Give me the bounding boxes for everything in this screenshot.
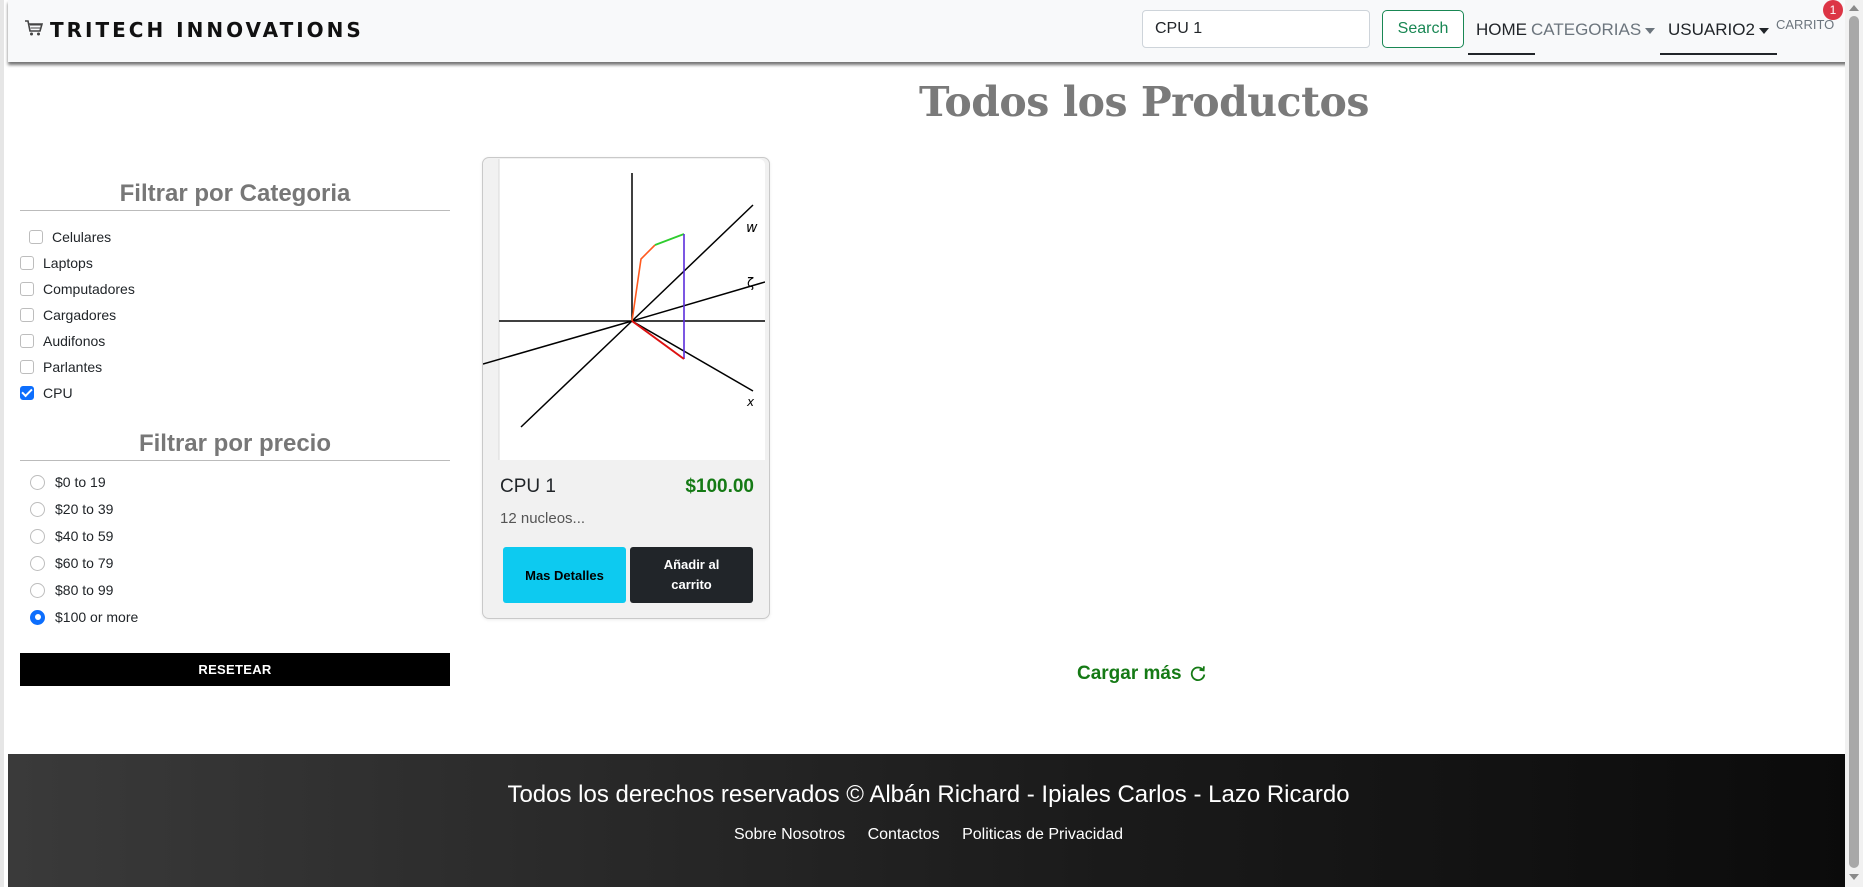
category-option-cpu[interactable]: CPU (20, 385, 73, 401)
chevron-down-icon (1758, 27, 1769, 34)
category-option-laptops[interactable]: Laptops (20, 255, 93, 271)
price-label: $20 to 39 (55, 501, 114, 517)
price-label: $60 to 79 (55, 555, 114, 571)
price-label: $100 or more (55, 609, 139, 625)
load-more-button[interactable]: Cargar más (1077, 663, 1207, 685)
price-label: $80 to 99 (55, 582, 114, 598)
category-option-audifonos[interactable]: Audifonos (20, 333, 105, 349)
axis-label-zeta: ζ (747, 276, 754, 291)
product-description: 12 nucleos... (500, 510, 586, 527)
price-label: $40 to 59 (55, 528, 114, 544)
price-label: $0 to 19 (55, 474, 106, 490)
category-label: CPU (43, 385, 73, 401)
category-label: Audifonos (43, 333, 106, 349)
category-checkbox-checked[interactable] (20, 386, 34, 400)
nav-user-dropdown[interactable]: USUARIO2 (1660, 20, 1777, 55)
category-label: Computadores (43, 281, 135, 297)
reset-filters-button[interactable]: RESETEAR (20, 653, 450, 686)
category-label: Laptops (43, 255, 93, 271)
search-input[interactable] (1142, 10, 1370, 48)
chevron-down-icon (1645, 27, 1656, 34)
category-option-cargadores[interactable]: Cargadores (20, 307, 116, 323)
brand-name: TRITECH INNOVATIONS (50, 18, 364, 42)
price-filter-heading: Filtrar por precio (20, 430, 450, 461)
product-image[interactable]: w ζ x (483, 159, 765, 460)
brand-logo[interactable]: TRITECH INNOVATIONS (24, 18, 364, 42)
footer-link-contactos[interactable]: Contactos (868, 826, 940, 843)
price-option-20-39[interactable]: $20 to 39 (30, 501, 113, 517)
nav-categorias-label: CATEGORIAS (1531, 20, 1642, 39)
price-radio[interactable] (30, 528, 45, 544)
product-card: w ζ x CPU 1 $100.00 12 nucleos... Mas De… (482, 157, 770, 619)
price-option-80-99[interactable]: $80 to 99 (30, 582, 113, 598)
scroll-down-arrow-icon[interactable] (1849, 874, 1859, 880)
footer-links: Sobre Nosotros Contactos Politicas de Pr… (8, 826, 1849, 844)
price-option-100-more[interactable]: $100 or more (30, 609, 138, 625)
category-checkbox[interactable] (20, 308, 34, 322)
category-label: Parlantes (43, 359, 103, 375)
footer-link-sobre-nosotros[interactable]: Sobre Nosotros (734, 826, 845, 843)
cart-count-badge: 1 (1823, 0, 1843, 20)
price-option-40-59[interactable]: $40 to 59 (30, 528, 113, 544)
category-label: Celulares (52, 229, 112, 245)
price-radio[interactable] (30, 582, 45, 598)
vertical-scrollbar[interactable] (1845, 0, 1863, 887)
category-label: Cargadores (43, 307, 117, 323)
price-radio[interactable] (30, 555, 45, 571)
category-filter-heading: Filtrar por Categoria (20, 180, 450, 211)
footer: Todos los derechos reservados © Albán Ri… (8, 754, 1849, 887)
category-option-celulares[interactable]: Celulares (29, 229, 111, 245)
scroll-thumb[interactable] (1849, 16, 1859, 868)
price-radio-selected[interactable] (30, 609, 45, 625)
nav-home[interactable]: HOME (1468, 20, 1535, 55)
add-to-cart-button[interactable]: Añadir al carrito (630, 547, 753, 603)
price-radio[interactable] (30, 501, 45, 517)
price-option-0-19[interactable]: $0 to 19 (30, 474, 106, 490)
cart-icon (24, 19, 44, 42)
details-button[interactable]: Mas Detalles (503, 547, 626, 603)
nav-user-label: USUARIO2 (1668, 20, 1755, 39)
reload-icon (1189, 665, 1207, 683)
product-price: $100.00 (685, 476, 754, 497)
category-option-computadores[interactable]: Computadores (20, 281, 135, 297)
price-radio[interactable] (30, 474, 45, 490)
price-option-60-79[interactable]: $60 to 79 (30, 555, 113, 571)
axis-label-w: w (746, 220, 758, 236)
nav-carrito[interactable]: CARRITO (1776, 17, 1834, 32)
search-button[interactable]: Search (1382, 10, 1464, 48)
nav-categorias-dropdown[interactable]: CATEGORIAS (1531, 20, 1656, 40)
category-checkbox[interactable] (20, 282, 34, 296)
category-checkbox[interactable] (29, 230, 43, 244)
scroll-up-arrow-icon[interactable] (1849, 5, 1859, 11)
page-title: Todos los Productos (919, 78, 1369, 126)
category-checkbox[interactable] (20, 360, 34, 374)
page: TRITECH INNOVATIONS Search HOME CATEGORI… (0, 0, 1849, 887)
category-checkbox[interactable] (20, 334, 34, 348)
footer-copyright: Todos los derechos reservados © Albán Ri… (507, 781, 1350, 808)
product-name: CPU 1 (500, 476, 556, 497)
load-more-label: Cargar más (1077, 663, 1182, 684)
category-option-parlantes[interactable]: Parlantes (20, 359, 102, 375)
footer-link-privacidad[interactable]: Politicas de Privacidad (962, 826, 1123, 843)
navbar: TRITECH INNOVATIONS Search HOME CATEGORI… (8, 0, 1849, 62)
axis-label-x: x (746, 395, 755, 409)
category-checkbox[interactable] (20, 256, 34, 270)
